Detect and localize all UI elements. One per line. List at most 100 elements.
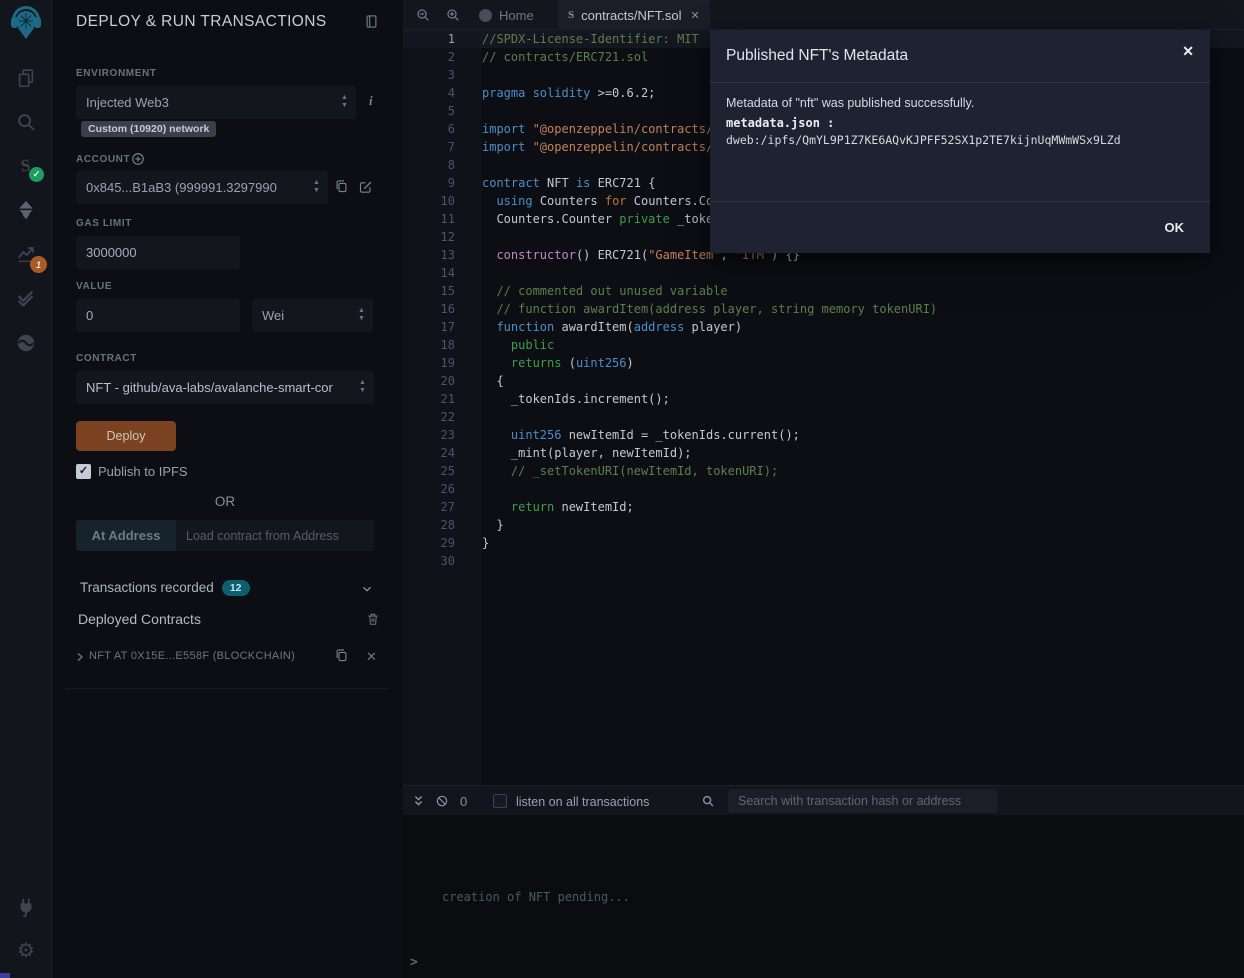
code-text: } — [482, 518, 504, 532]
trash-icon[interactable] — [366, 612, 380, 626]
tab-home[interactable]: Home — [469, 0, 544, 30]
at-address-input[interactable] — [176, 520, 374, 551]
file-explorer-icon[interactable] — [14, 66, 38, 90]
environment-select[interactable]: Injected Web3 ▲▼ — [76, 86, 356, 119]
chevron-updown-icon: ▲▼ — [340, 94, 349, 110]
line-number: 20 — [403, 372, 455, 390]
deploy-run-icon[interactable] — [14, 198, 38, 222]
terminal-prompt: > — [410, 955, 418, 970]
terminal-output[interactable]: creation of NFT pending... > — [403, 815, 1244, 978]
code-line: 19 returns (uint256) — [403, 354, 1244, 372]
ok-button[interactable]: OK — [1165, 220, 1185, 235]
zoom-out-icon[interactable] — [415, 7, 431, 23]
close-tab-icon[interactable]: ✕ — [691, 9, 700, 22]
code-text: //SPDX-License-Identifier: MIT — [482, 32, 699, 46]
code-text: function awardItem(address player) — [482, 320, 742, 334]
line-number: 1 — [403, 30, 455, 48]
clear-console-icon[interactable] — [435, 794, 449, 808]
environment-value: Injected Web3 — [86, 95, 169, 110]
copy-account-icon[interactable] — [334, 179, 349, 194]
account-value: 0x845...B1aB3 (999991.3297990 — [86, 180, 277, 195]
code-line: 18 public — [403, 336, 1244, 354]
metadata-filename: metadata.json : — [726, 116, 1194, 130]
gas-limit-label: GAS LIMIT — [76, 218, 132, 229]
deploy-button[interactable]: Deploy — [76, 421, 176, 451]
line-number: 17 — [403, 318, 455, 336]
analytics-icon[interactable]: 1 — [14, 242, 38, 266]
code-text: uint256 newItemId = _tokenIds.current(); — [482, 428, 800, 442]
edit-account-icon[interactable] — [358, 179, 373, 194]
remove-contract-icon[interactable]: ✕ — [366, 649, 377, 665]
code-line: 20 { — [403, 372, 1244, 390]
contract-select[interactable]: NFT - github/ava-labs/avalanche-smart-co… — [76, 371, 374, 404]
close-modal-icon[interactable]: ✕ — [1182, 43, 1194, 60]
tab-nft-sol[interactable]: S contracts/NFT.sol ✕ — [558, 0, 710, 30]
value-unit: Wei — [262, 308, 284, 323]
code-line: 15 // commented out unused variable — [403, 282, 1244, 300]
compiler-success-badge: ✓ — [29, 167, 44, 182]
code-line: 24 _mint(player, newItemId); — [403, 444, 1244, 462]
code-text: contract NFT is ERC721 { — [482, 176, 655, 190]
environment-info-icon[interactable]: i — [369, 93, 373, 109]
deployed-contract-item[interactable]: NFT AT 0X15E...E558F (BLOCKCHAIN) — [89, 650, 295, 662]
solidity-compiler-icon[interactable]: S ✓ — [14, 154, 38, 178]
chevron-down-icon[interactable] — [360, 582, 374, 596]
gear-glyph: ⚙ — [17, 941, 35, 961]
account-select[interactable]: 0x845...B1aB3 (999991.3297990 ▲▼ — [76, 171, 328, 204]
terminal-header: 0 listen on all transactions — [403, 785, 1244, 815]
code-text: // function awardItem(address player, st… — [482, 302, 937, 316]
pending-tx-count: 0 — [460, 794, 467, 809]
unit-testing-icon[interactable] — [14, 286, 38, 310]
line-number: 2 — [403, 48, 455, 66]
at-address-button[interactable]: At Address — [76, 520, 176, 551]
line-number: 30 — [403, 552, 455, 570]
line-number: 26 — [403, 480, 455, 498]
panel-divider — [66, 688, 389, 689]
editor-tabbar: Home S contracts/NFT.sol ✕ — [403, 0, 1244, 30]
modal-footer: OK — [710, 201, 1210, 253]
account-label: ACCOUNT — [76, 154, 130, 165]
chevron-right-icon[interactable] — [74, 651, 86, 663]
search-icon[interactable] — [14, 110, 38, 134]
value-unit-select[interactable]: Wei ▲▼ — [252, 299, 373, 332]
add-account-icon[interactable] — [131, 152, 145, 166]
debugger-icon[interactable] — [14, 331, 38, 355]
line-number: 24 — [403, 444, 455, 462]
chevron-updown-icon: ▲▼ — [357, 307, 366, 323]
transactions-recorded-label: Transactions recorded — [80, 580, 214, 595]
line-number: 18 — [403, 336, 455, 354]
collapse-terminal-icon[interactable] — [411, 794, 426, 809]
zoom-in-icon[interactable] — [445, 7, 461, 23]
network-badge: Custom (10920) network — [81, 121, 216, 137]
publish-ipfs-checkbox[interactable]: ✓ — [76, 464, 91, 479]
modal-message: Metadata of "nft" was published successf… — [726, 96, 1194, 110]
code-line: 22 — [403, 408, 1244, 426]
panel-title: DEPLOY & RUN TRANSACTIONS — [76, 13, 327, 31]
solidity-file-icon: S — [568, 9, 574, 21]
plugin-manager-icon[interactable] — [14, 895, 38, 919]
code-text: _tokenIds.increment(); — [482, 392, 670, 406]
home-tab-icon — [479, 9, 492, 22]
transactions-recorded-row[interactable]: Transactions recorded12 — [80, 580, 250, 596]
copy-contract-icon[interactable] — [334, 648, 349, 663]
listen-transactions-label: listen on all transactions — [516, 795, 649, 809]
value-input[interactable] — [76, 299, 240, 332]
line-number: 27 — [403, 498, 455, 516]
code-line: 25 // _setTokenURI(newItemId, tokenURI); — [403, 462, 1244, 480]
settings-icon[interactable]: ⚙ — [14, 939, 38, 963]
remix-logo-icon[interactable] — [8, 6, 44, 44]
listen-transactions-checkbox[interactable] — [493, 794, 507, 808]
code-text: public — [482, 338, 554, 352]
code-text: // _setTokenURI(newItemId, tokenURI); — [482, 464, 778, 478]
gas-limit-input[interactable] — [76, 236, 240, 269]
contract-label: CONTRACT — [76, 353, 137, 364]
line-number: 5 — [403, 102, 455, 120]
documentation-icon[interactable] — [364, 14, 379, 29]
code-text: // commented out unused variable — [482, 284, 728, 298]
nft-tab-label: contracts/NFT.sol — [581, 8, 681, 23]
line-number: 13 — [403, 246, 455, 264]
line-number: 8 — [403, 156, 455, 174]
remix-ide-app: S ✓ 1 — [0, 0, 1244, 978]
code-text: } — [482, 536, 489, 550]
terminal-search-input[interactable] — [728, 789, 998, 813]
